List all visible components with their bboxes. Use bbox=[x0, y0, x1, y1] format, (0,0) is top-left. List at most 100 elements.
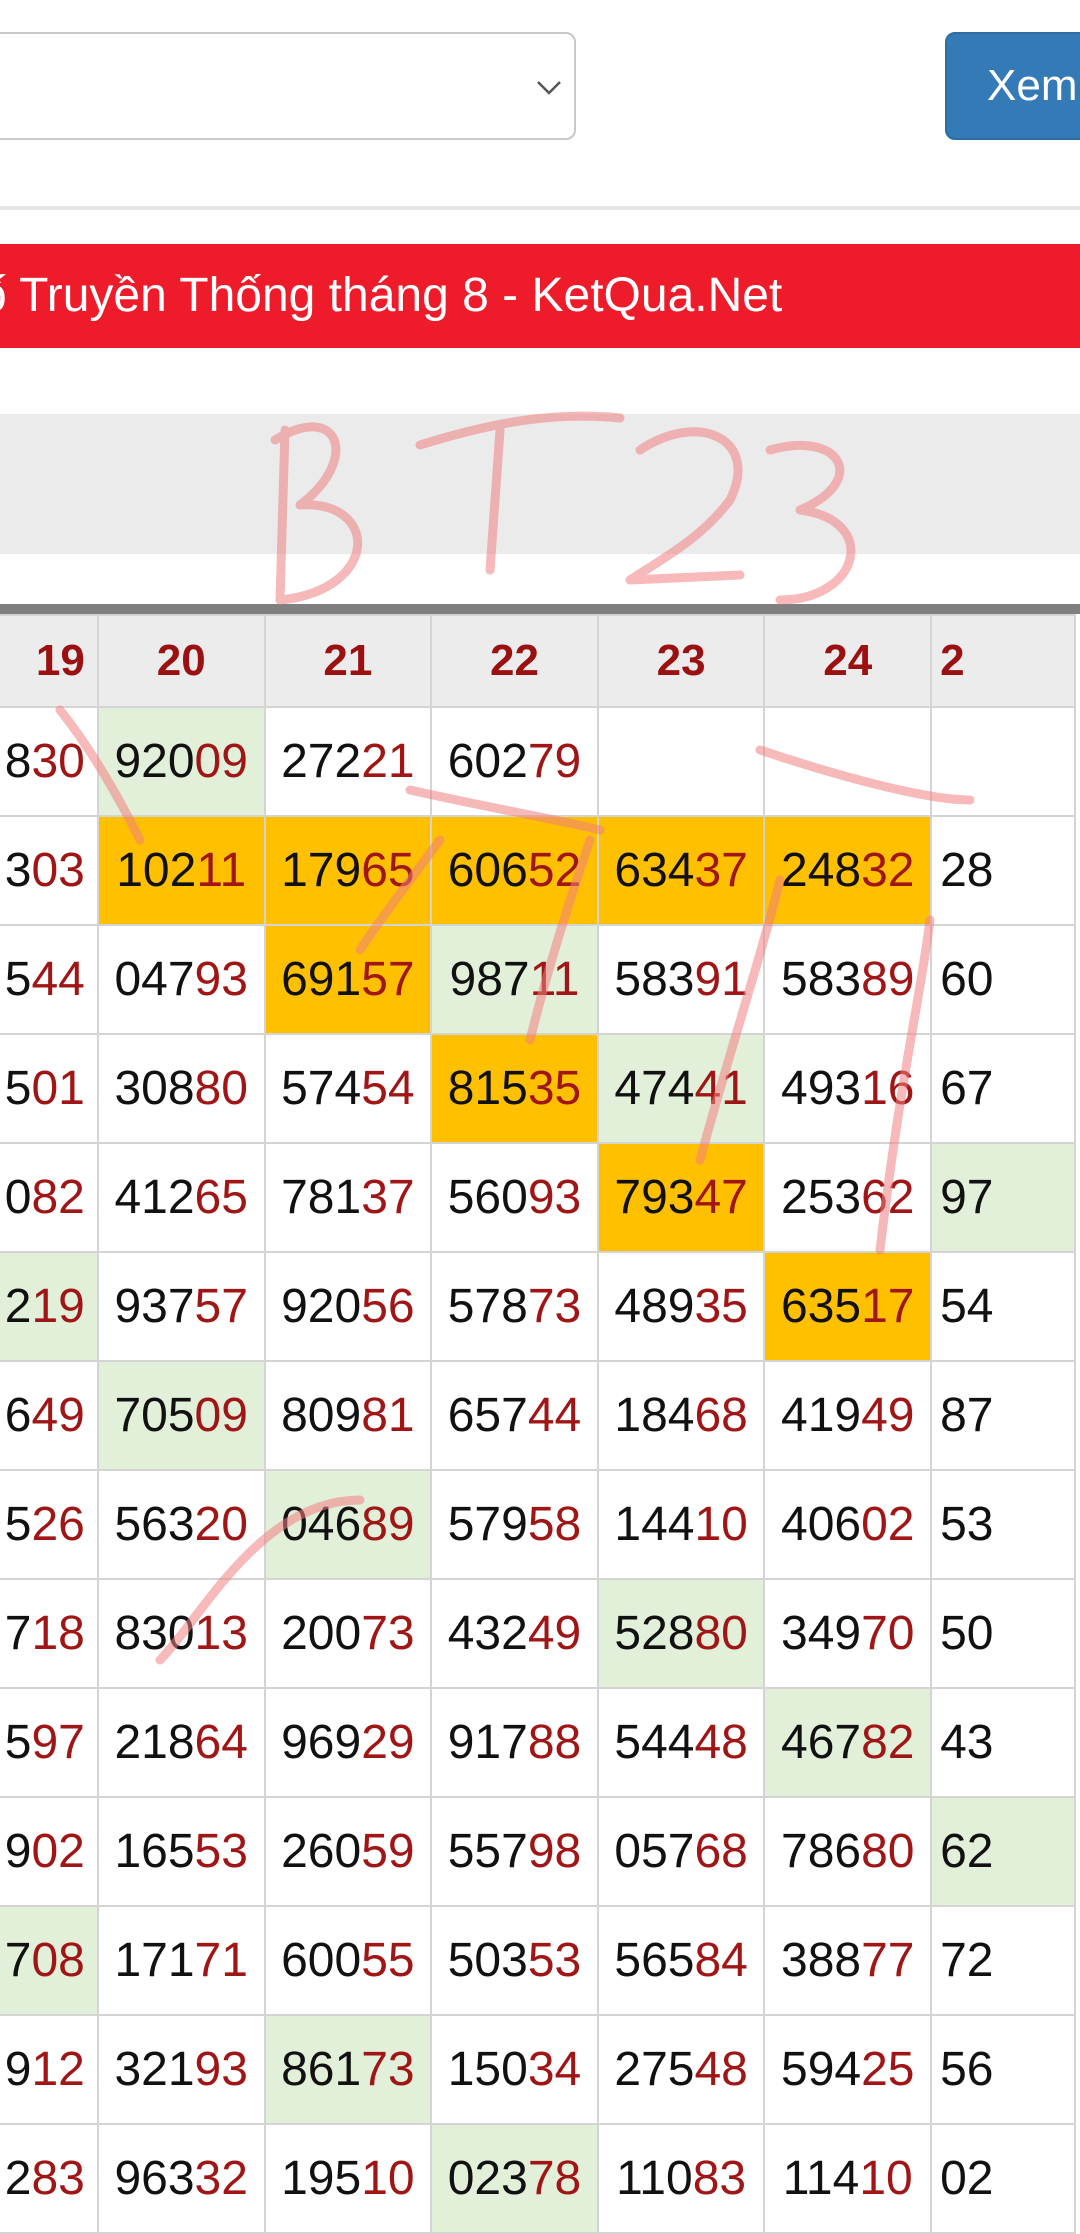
cell-tail-digits: 48 bbox=[694, 1716, 748, 1769]
result-cell: 28 bbox=[930, 815, 1076, 926]
cell-head-digits: 114 bbox=[782, 2152, 860, 2205]
result-cell: 67 bbox=[930, 1033, 1076, 1144]
result-cell: 48935 bbox=[596, 1251, 766, 1362]
column-header-2: 2 bbox=[930, 614, 1076, 708]
cell-head-digits: 72 bbox=[940, 1934, 994, 1987]
xem-button[interactable]: Xem bbox=[945, 32, 1080, 140]
result-cell: 72 bbox=[930, 1905, 1076, 2016]
cell-head-digits: 62 bbox=[940, 1825, 994, 1878]
cell-tail-digits: 52 bbox=[527, 844, 582, 897]
cell-head-digits: 6 bbox=[4, 1389, 32, 1442]
cell-tail-digits: 68 bbox=[694, 1389, 748, 1442]
result-cell: 38877 bbox=[763, 1905, 933, 2016]
cell-tail-digits: 26 bbox=[31, 1498, 85, 1551]
cell-head-digits: 920 bbox=[114, 735, 195, 788]
result-cell: 78137 bbox=[263, 1142, 433, 1253]
cell-tail-digits: 73 bbox=[527, 1280, 582, 1333]
cell-tail-digits: 10 bbox=[694, 1498, 748, 1551]
result-cell: 63437 bbox=[596, 815, 766, 926]
cell-tail-digits: 82 bbox=[861, 1716, 915, 1769]
result-cell: 283 bbox=[0, 2123, 99, 2234]
cell-head-digits: 171 bbox=[114, 1934, 195, 1987]
cell-tail-digits: 64 bbox=[194, 1716, 248, 1769]
cell-tail-digits: 10 bbox=[859, 2152, 913, 2205]
date-select[interactable] bbox=[0, 32, 576, 140]
result-cell: 56093 bbox=[430, 1142, 599, 1253]
cell-tail-digits: 89 bbox=[361, 1498, 415, 1551]
cell-head-digits: 56 bbox=[940, 2043, 994, 2096]
result-cell: 26059 bbox=[263, 1796, 433, 1907]
result-cell: 597 bbox=[0, 1687, 99, 1798]
result-cell: 649 bbox=[0, 1360, 99, 1471]
result-cell: 55798 bbox=[430, 1796, 599, 1907]
result-cell: 15034 bbox=[430, 2014, 599, 2125]
cell-head-digits: 578 bbox=[447, 1280, 528, 1333]
cell-head-digits: 657 bbox=[447, 1389, 528, 1442]
result-cell: 91788 bbox=[430, 1687, 599, 1798]
cell-head-digits: 200 bbox=[281, 1607, 362, 1660]
result-cell: 59425 bbox=[763, 2014, 933, 2125]
table-row: 649 70509 80981 65744 18468 41949 87 bbox=[0, 1360, 1076, 1471]
cell-head-digits: 9 bbox=[4, 1825, 32, 1878]
cell-tail-digits: 49 bbox=[527, 1607, 582, 1660]
cell-tail-digits: 37 bbox=[694, 844, 748, 897]
cell-tail-digits: 18 bbox=[31, 1607, 85, 1660]
result-cell: 27221 bbox=[263, 706, 433, 817]
cell-head-digits: 218 bbox=[114, 1716, 195, 1769]
result-cell: 98711 bbox=[430, 924, 599, 1035]
cell-head-digits: 830 bbox=[114, 1607, 195, 1660]
column-header-19: 19 bbox=[0, 614, 99, 708]
cell-head-digits: 2 bbox=[4, 2152, 32, 2205]
cell-head-digits: 150 bbox=[447, 2043, 528, 2096]
cell-head-digits: 3 bbox=[4, 844, 32, 897]
cell-tail-digits: 32 bbox=[194, 2152, 248, 2205]
table-row: 597 21864 96929 91788 54448 46782 43 bbox=[0, 1687, 1076, 1798]
result-cell: 19510 bbox=[263, 2123, 433, 2234]
cell-head-digits: 057 bbox=[614, 1825, 695, 1878]
result-cell: 62 bbox=[930, 1796, 1076, 1907]
cell-head-digits: 606 bbox=[447, 844, 528, 897]
cell-head-digits: 67 bbox=[940, 1062, 994, 1115]
cell-tail-digits: 93 bbox=[194, 2043, 248, 2096]
cell-head-digits: 634 bbox=[614, 844, 695, 897]
result-cell: 11410 bbox=[763, 2123, 933, 2234]
cell-tail-digits: 80 bbox=[861, 1825, 915, 1878]
cell-head-digits: 60 bbox=[940, 953, 994, 1006]
cell-head-digits: 8 bbox=[4, 735, 32, 788]
cell-head-digits: 321 bbox=[114, 2043, 195, 2096]
result-cell: 50 bbox=[930, 1578, 1076, 1689]
cell-tail-digits: 25 bbox=[861, 2043, 915, 2096]
cell-head-digits: 406 bbox=[781, 1498, 862, 1551]
cell-tail-digits: 53 bbox=[527, 1934, 582, 1987]
table-row: 283 96332 19510 02378 11083 11410 02 bbox=[0, 2123, 1076, 2234]
result-cell: 92009 bbox=[96, 706, 266, 817]
cell-head-digits: 87 bbox=[940, 1389, 994, 1442]
cell-tail-digits: 97 bbox=[31, 1716, 85, 1769]
cell-head-digits: 02 bbox=[940, 2152, 994, 2205]
results-title: ố Truyền Thống tháng 8 - KetQua.Net bbox=[0, 269, 783, 322]
cell-tail-digits: 53 bbox=[194, 1825, 248, 1878]
result-cell: 54 bbox=[930, 1251, 1076, 1362]
result-cell: 43249 bbox=[430, 1578, 599, 1689]
table-row: 718 83013 20073 43249 52880 34970 50 bbox=[0, 1578, 1076, 1689]
cell-head-digits: 579 bbox=[447, 1498, 528, 1551]
cell-tail-digits: 44 bbox=[527, 1389, 582, 1442]
result-cell: 50353 bbox=[430, 1905, 599, 2016]
cell-head-digits: 528 bbox=[614, 1607, 695, 1660]
cell-head-digits: 432 bbox=[447, 1607, 528, 1660]
cell-head-digits: 544 bbox=[614, 1716, 695, 1769]
cell-head-digits: 809 bbox=[281, 1389, 362, 1442]
table-row: 544 04793 69157 98711 58391 58389 60 bbox=[0, 924, 1076, 1035]
cell-tail-digits: 10 bbox=[361, 2152, 415, 2205]
table-row: 219 93757 92056 57873 48935 63517 54 bbox=[0, 1251, 1076, 1362]
table-row: 902 16553 26059 55798 05768 78680 62 bbox=[0, 1796, 1076, 1907]
cell-tail-digits: 70 bbox=[861, 1607, 915, 1660]
cell-tail-digits: 11 bbox=[529, 953, 580, 1006]
result-cell: 46782 bbox=[763, 1687, 933, 1798]
cell-head-digits: 5 bbox=[4, 953, 32, 1006]
cell-head-digits: 565 bbox=[614, 1934, 695, 1987]
result-cell: 544 bbox=[0, 924, 99, 1035]
result-cell: 14410 bbox=[596, 1469, 766, 1580]
cell-tail-digits: 73 bbox=[361, 1607, 415, 1660]
cell-tail-digits: 32 bbox=[861, 844, 915, 897]
